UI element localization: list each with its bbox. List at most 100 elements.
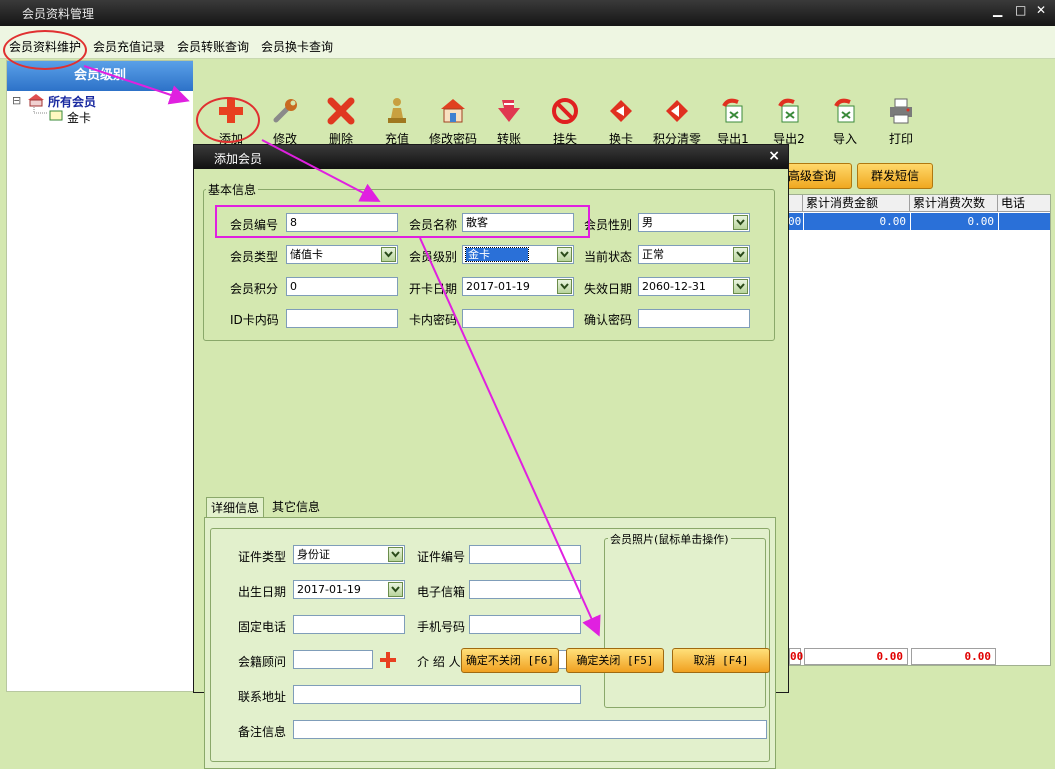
grid-header-total-amount[interactable]: 累计消费金额 [803, 195, 910, 212]
photo-group[interactable] [604, 538, 766, 708]
change-card-button[interactable]: 换卡 [593, 96, 649, 147]
grid-cell-total-amount[interactable]: 0.00 [803, 213, 910, 230]
tree-collapse-icon[interactable]: ⊟ [12, 94, 21, 107]
expire-date-picker[interactable]: 2060-12-31 [638, 277, 750, 296]
chevron-down-icon[interactable] [557, 247, 572, 262]
advisor-label: 会籍顾问 [238, 655, 287, 669]
minimize-button[interactable]: ▁ [993, 3, 1002, 17]
group-sms-button[interactable]: 群发短信 [857, 163, 933, 189]
grid-header-phone[interactable]: 电话 [998, 195, 1050, 212]
tree-item-gold-card[interactable]: 金卡 [67, 109, 91, 126]
chevron-down-icon[interactable] [388, 582, 403, 597]
email-input[interactable] [469, 580, 581, 599]
member-level-label: 会员级别 [409, 250, 458, 264]
tab-detail-info[interactable]: 详细信息 [206, 497, 265, 518]
open-date-value: 2017-01-19 [466, 280, 530, 293]
tab-other-info[interactable]: 其它信息 [268, 497, 324, 517]
expire-date-value: 2060-12-31 [642, 280, 706, 293]
report-loss-button[interactable]: 挂失 [537, 96, 593, 147]
confirm-password-input[interactable] [638, 309, 750, 328]
grid-header-total-count[interactable]: 累计消费次数 [910, 195, 998, 212]
gender-value: 男 [642, 216, 653, 229]
folder-icon [49, 110, 63, 121]
total-count: 0.00 [911, 648, 996, 665]
print-button[interactable]: 打印 [873, 96, 929, 147]
tree-root-all-members[interactable]: 所有会员 [48, 93, 96, 110]
chevron-down-icon[interactable] [733, 215, 748, 230]
grid-cell-total-count[interactable]: 0.00 [910, 213, 998, 230]
window-title: 会员资料管理 [22, 7, 95, 21]
delete-button[interactable]: 删除 [313, 96, 369, 147]
card-password-input[interactable] [462, 309, 574, 328]
advisor-input[interactable] [293, 650, 373, 669]
address-input[interactable] [293, 685, 581, 704]
cancel-button[interactable]: 取消 [F4] [672, 648, 770, 673]
printer-icon [890, 98, 912, 124]
chevron-down-icon[interactable] [388, 547, 403, 562]
mobile-input[interactable] [469, 615, 581, 634]
birth-date-picker[interactable]: 2017-01-19 [293, 580, 405, 599]
id-no-label: 证件编号 [417, 550, 466, 564]
grid-cell-partial[interactable]: 00 [788, 213, 803, 230]
id-card-code-label: ID卡内码 [230, 313, 279, 327]
status-select[interactable]: 正常 [638, 245, 750, 264]
change-password-button[interactable]: 修改密码 [425, 96, 481, 147]
chevron-down-icon[interactable] [733, 279, 748, 294]
tree-line [33, 107, 48, 114]
house-lock-icon [441, 99, 465, 123]
points-label: 会员积分 [230, 282, 279, 296]
transfer-button[interactable]: 转账 [481, 96, 537, 147]
address-label: 联系地址 [238, 690, 287, 704]
birth-date-label: 出生日期 [238, 585, 287, 599]
id-card-code-input[interactable] [286, 309, 398, 328]
chevron-down-icon[interactable] [381, 247, 396, 262]
export-icon [778, 98, 799, 123]
open-date-label: 开卡日期 [409, 282, 458, 296]
detail-info-panel: 证件类型 身份证 证件编号 出生日期 2017-01-19 电子信箱 固定电话 … [204, 517, 776, 769]
save-keep-open-button[interactable]: 确定不关闭 [F6] [461, 648, 559, 673]
member-type-value: 储值卡 [290, 248, 323, 261]
dialog-title: 添加会员 [214, 152, 263, 166]
import-button[interactable]: 导入 [817, 96, 873, 147]
clear-points-button[interactable]: 积分清零 [649, 96, 705, 147]
menu-recharge-records[interactable]: 会员充值记录 [93, 38, 165, 55]
grid-header-partial [788, 195, 803, 212]
export1-button[interactable]: 导出1 [705, 96, 761, 147]
chevron-down-icon[interactable] [557, 279, 572, 294]
member-level-panel: 会员级别 ⊟ 所有会员 金卡 [6, 60, 194, 692]
status-label: 当前状态 [584, 250, 633, 264]
gender-select[interactable]: 男 [638, 213, 750, 232]
export-icon [722, 98, 743, 123]
remarks-input[interactable] [293, 720, 767, 739]
maximize-button[interactable]: □ [1015, 3, 1026, 17]
id-no-input[interactable] [469, 545, 581, 564]
member-type-select[interactable]: 储值卡 [286, 245, 398, 264]
annotation-ring-menu [3, 30, 87, 70]
grid-cell-phone[interactable] [998, 213, 1050, 230]
dialog-close-button[interactable]: × [768, 148, 780, 164]
add-advisor-plus-icon[interactable] [379, 651, 397, 669]
id-type-label: 证件类型 [238, 550, 287, 564]
card-password-label: 卡内密码 [409, 313, 458, 327]
total-amount: 0.00 [804, 648, 908, 665]
chevron-down-icon[interactable] [733, 247, 748, 262]
mobile-label: 手机号码 [417, 620, 466, 634]
recharge-button[interactable]: 充值 [369, 96, 425, 147]
close-window-button[interactable]: ✕ [1036, 3, 1046, 17]
phone-input[interactable] [293, 615, 405, 634]
menu-card-change-query[interactable]: 会员换卡查询 [261, 38, 333, 55]
email-label: 电子信箱 [417, 585, 466, 599]
menu-transfer-query[interactable]: 会员转账查询 [177, 38, 249, 55]
total-partial: 00 [789, 648, 804, 665]
points-input[interactable]: 0 [286, 277, 398, 296]
member-level-select[interactable]: 金卡 [462, 245, 574, 264]
member-type-label: 会员类型 [230, 250, 279, 264]
member-level-value: 金卡 [465, 247, 529, 262]
edit-button[interactable]: 修改 [257, 96, 313, 147]
save-and-close-button[interactable]: 确定关闭 [F5] [566, 648, 664, 673]
id-type-select[interactable]: 身份证 [293, 545, 405, 564]
export2-button[interactable]: 导出2 [761, 96, 817, 147]
gender-label: 会员性别 [584, 218, 633, 232]
prohibited-icon [552, 98, 578, 124]
open-date-picker[interactable]: 2017-01-19 [462, 277, 574, 296]
